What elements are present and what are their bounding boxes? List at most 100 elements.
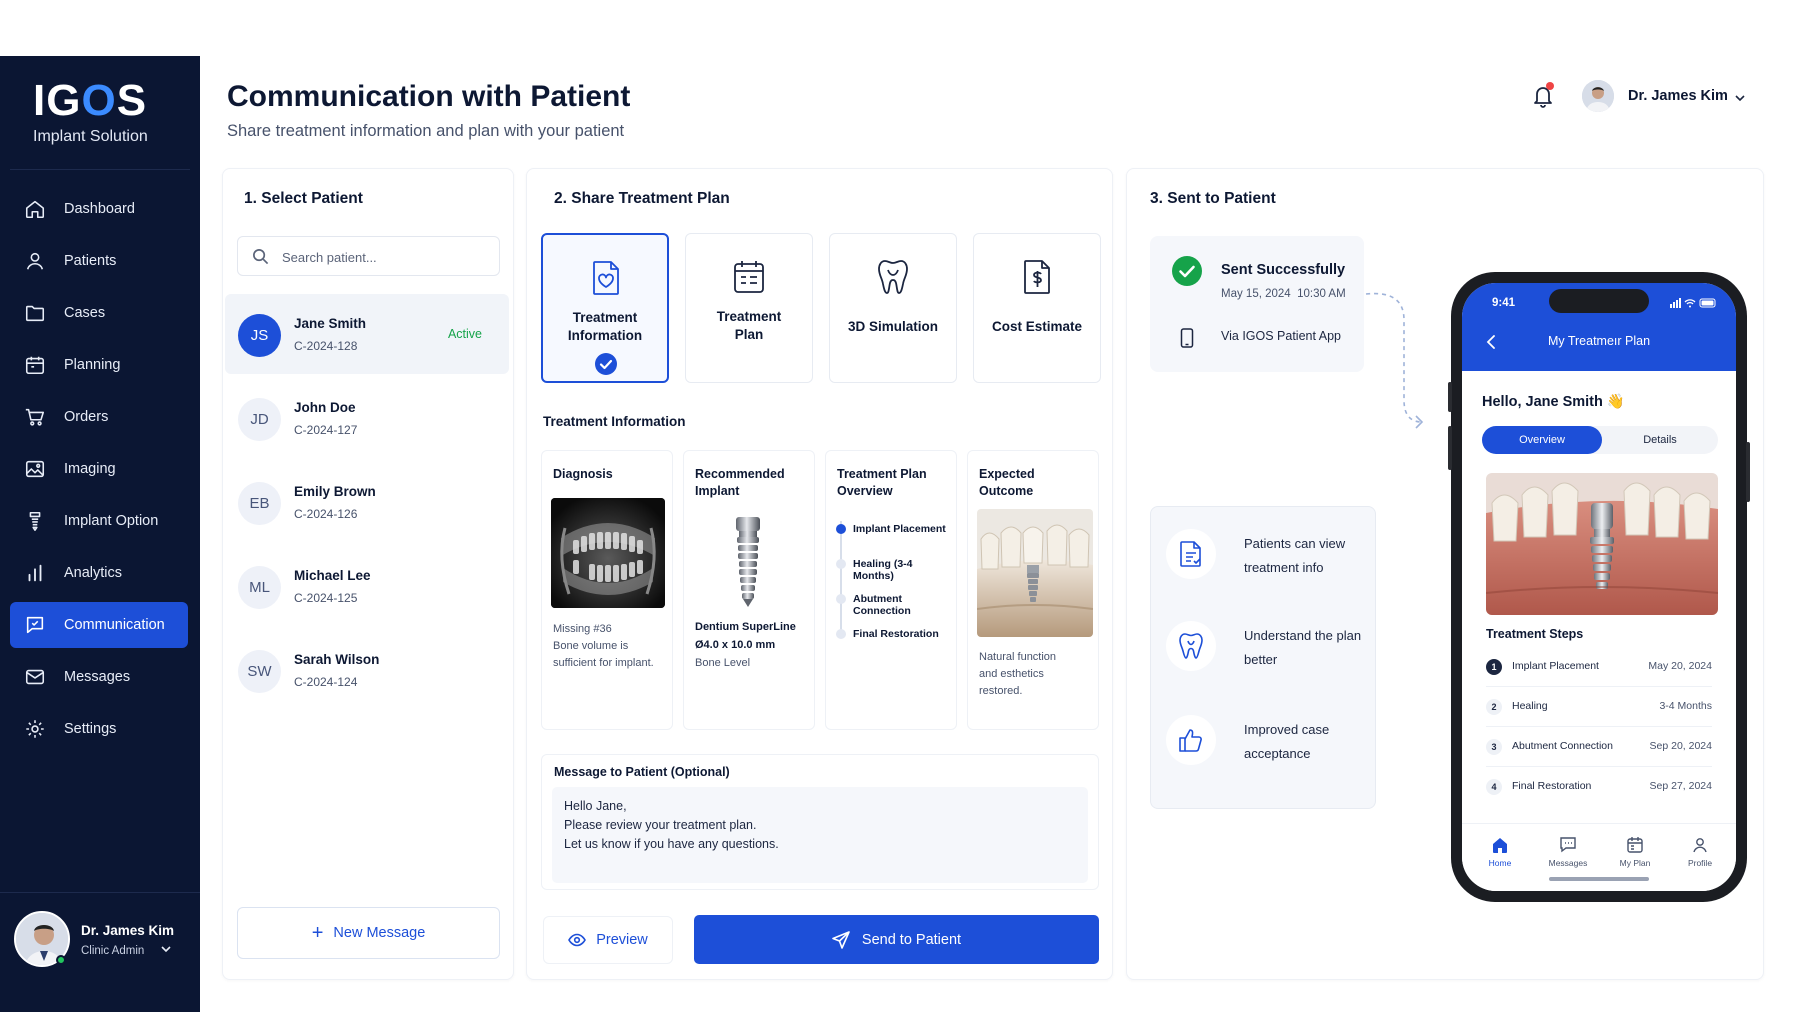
dashed-arrow-icon — [1365, 292, 1424, 429]
logo[interactable]: IGOS — [33, 76, 147, 126]
sidebar-divider — [10, 169, 190, 170]
patient-name: Jane Smith — [294, 316, 367, 331]
tab-my-plan[interactable]: My Plan — [1605, 836, 1665, 868]
option-3d-simulation[interactable]: 3D Simulation — [829, 233, 957, 383]
step-row: 1 Implant Placement May 20, 2024 — [1486, 647, 1712, 687]
tooth-icon — [878, 260, 908, 294]
sidebar: IGOS Implant Solution Dashboard Patients… — [0, 56, 200, 1012]
step-date: May 20, 2024 — [1648, 660, 1712, 672]
patient-search[interactable] — [237, 236, 500, 276]
message-box: Message to Patient (Optional) Hello Jane… — [541, 754, 1099, 890]
step-date: Sep 20, 2024 — [1649, 740, 1712, 752]
benefit-line: better — [1244, 652, 1278, 667]
step-name: Abutment Connection — [1512, 740, 1613, 752]
sidebar-item-label: Settings — [64, 721, 117, 737]
option-cost-estimate[interactable]: Cost Estimate — [973, 233, 1101, 383]
chevron-down-icon[interactable] — [1734, 92, 1746, 104]
plus-icon: + — [311, 922, 324, 944]
preview-label: Preview — [596, 932, 648, 948]
sidebar-item-implant-option[interactable]: Implant Option — [10, 498, 188, 544]
overview-title: Treatment Plan — [837, 467, 927, 481]
sidebar-item-label: Planning — [64, 357, 121, 373]
overview-title: Overview — [837, 484, 893, 498]
patient-item-sarah-wilson[interactable]: SW Sarah Wilson C-2024-124 — [225, 630, 509, 710]
app-tab-bar: Home Messages My Plan Profile — [1462, 823, 1736, 891]
heart-document-icon — [593, 261, 619, 295]
benefit-line: Improved case — [1244, 722, 1330, 737]
back-arrow-icon[interactable] — [1486, 335, 1496, 349]
header-avatar[interactable] — [1582, 80, 1614, 112]
preview-button[interactable]: Preview — [543, 916, 673, 964]
outcome-line: and esthetics — [979, 668, 1044, 680]
new-message-button[interactable]: + New Message — [237, 907, 500, 959]
timeline-step: Final Restoration — [853, 628, 939, 640]
patient-name: Emily Brown — [294, 484, 376, 499]
implant-title: Implant — [695, 484, 740, 498]
step-number: 1 — [1486, 659, 1502, 675]
patient-item-michael-lee[interactable]: ML Michael Lee C-2024-125 — [225, 546, 509, 626]
patient-item-john-doe[interactable]: JD John Doe C-2024-127 — [225, 378, 509, 458]
tab-home[interactable]: Home — [1470, 836, 1530, 868]
timeline-step: Implant Placement — [853, 523, 946, 535]
diagnosis-title: Diagnosis — [553, 467, 613, 481]
logo-subtitle: Implant Solution — [33, 128, 148, 145]
sidebar-item-imaging[interactable]: Imaging — [10, 446, 188, 492]
patient-name: Michael Lee — [294, 568, 371, 583]
status-badge: Active — [447, 327, 482, 341]
message-line: Hello Jane, — [564, 799, 627, 813]
gear-icon — [26, 720, 44, 738]
tab-profile[interactable]: Profile — [1670, 836, 1730, 868]
option-treatment-information[interactable]: Treatment Information — [541, 233, 669, 383]
sidebar-item-label: Analytics — [64, 565, 123, 581]
implant-title: Recommended — [695, 467, 785, 481]
mail-icon — [25, 669, 45, 685]
tab-messages[interactable]: Messages — [1538, 836, 1598, 868]
calendar-icon — [1627, 837, 1643, 853]
timeline-dot-active — [836, 524, 846, 534]
implant-name: Dentium SuperLine — [695, 621, 796, 633]
home-icon — [25, 200, 45, 219]
success-check-icon — [1172, 256, 1202, 286]
send-to-patient-button[interactable]: Send to Patient — [694, 915, 1099, 964]
plan-overview-card: Treatment Plan Overview Implant Placemen… — [825, 450, 957, 730]
sidebar-nav: Dashboard Patients Cases Planning Orders… — [10, 186, 188, 758]
status-bar-time: 9:41 — [1492, 297, 1516, 309]
smartphone-icon — [1180, 328, 1194, 348]
thumbs-up-icon — [1179, 729, 1202, 752]
patient-item-jane-smith[interactable]: JS Jane Smith C-2024-128 Active — [225, 294, 509, 374]
tab-details[interactable]: Details — [1602, 426, 1718, 454]
patient-avatar: SW — [238, 650, 281, 693]
sidebar-item-settings[interactable]: Settings — [10, 706, 188, 752]
message-textarea[interactable]: Hello Jane, Please review your treatment… — [552, 787, 1088, 883]
search-input[interactable] — [282, 246, 482, 268]
sidebar-item-label: Messages — [64, 669, 131, 685]
timeline-dot — [836, 559, 846, 569]
eye-icon — [568, 933, 587, 947]
sidebar-item-patients[interactable]: Patients — [10, 238, 188, 284]
patient-name: Sarah Wilson — [294, 652, 380, 667]
tab-overview[interactable]: Overview — [1482, 426, 1602, 454]
patient-avatar: EB — [238, 482, 281, 525]
sidebar-item-planning[interactable]: Planning — [10, 342, 188, 388]
sidebar-item-label: Communication — [64, 617, 165, 633]
sidebar-item-cases[interactable]: Cases — [10, 290, 188, 336]
sent-via: Via IGOS Patient App — [1221, 329, 1341, 343]
steps-title: Treatment Steps — [1486, 627, 1584, 641]
header-user-name[interactable]: Dr. James Kim — [1628, 88, 1728, 104]
select-patient-title: 1. Select Patient — [244, 190, 363, 207]
step-row: 4 Final Restoration Sep 27, 2024 — [1486, 767, 1712, 807]
sidebar-item-messages[interactable]: Messages — [10, 654, 188, 700]
sidebar-item-orders[interactable]: Orders — [10, 394, 188, 440]
sidebar-user-menu[interactable]: Dr. James Kim Clinic Admin — [0, 892, 200, 1012]
sidebar-item-analytics[interactable]: Analytics — [10, 550, 188, 596]
timeline-step: Healing (3-4 Months) — [853, 558, 913, 582]
patient-item-emily-brown[interactable]: EB Emily Brown C-2024-126 — [225, 462, 509, 542]
step-number: 3 — [1486, 739, 1502, 755]
step-row: 3 Abutment Connection Sep 20, 2024 — [1486, 727, 1712, 767]
option-treatment-plan[interactable]: Treatment Plan — [685, 233, 813, 383]
home-indicator — [1549, 877, 1649, 881]
sidebar-item-dashboard[interactable]: Dashboard — [10, 186, 188, 232]
sidebar-item-communication[interactable]: Communication — [10, 602, 188, 648]
diagnosis-line: Bone volume is — [553, 640, 629, 652]
patient-case-id: C-2024-128 — [294, 339, 358, 353]
